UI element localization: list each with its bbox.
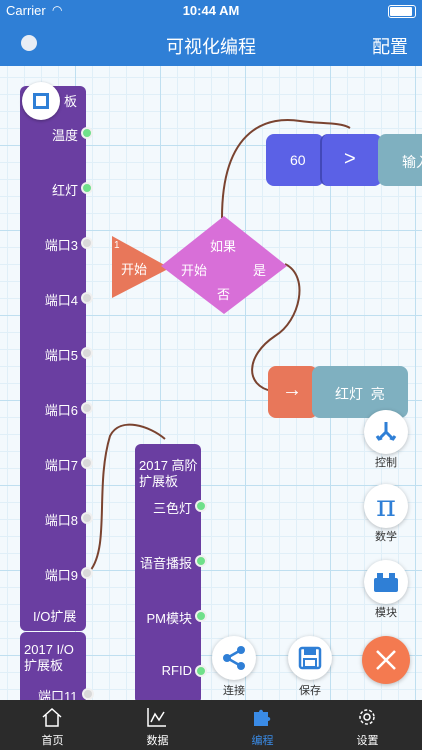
control-label: 控制: [375, 457, 397, 469]
board-port-label: 端口3: [44, 238, 78, 253]
board-2017-io-title: 2017 I/O 扩展板: [24, 642, 74, 673]
arrow-icon: →: [282, 379, 302, 401]
advanced-port-label: 语音播报: [139, 556, 192, 571]
close-fab[interactable]: [362, 636, 410, 684]
board-port-label: 端口8: [44, 513, 78, 528]
board-footer-label: I/O扩展: [33, 609, 77, 624]
board-port-label: 端口9: [44, 568, 78, 583]
board-port-label: 红灯: [51, 183, 78, 198]
tab-home[interactable]: 首页: [0, 700, 105, 750]
compare-operator: >: [344, 148, 356, 170]
board-port-label: 端口5: [44, 348, 78, 363]
share-icon: [223, 646, 245, 670]
tab-data[interactable]: 数据: [105, 700, 210, 750]
if-start-label: 开始: [181, 263, 208, 278]
floppy-icon: [298, 646, 322, 670]
board-port-connector[interactable]: [81, 237, 93, 249]
tab-data-label: 数据: [146, 735, 169, 747]
tab-programming[interactable]: 编程: [210, 700, 315, 750]
board-2017-advanced[interactable]: 2017 高阶 扩展板: [135, 444, 201, 700]
board-port-label: 端口7: [44, 458, 78, 473]
input-label: 输入: [402, 154, 422, 170]
advanced-port-connector[interactable]: [195, 610, 207, 622]
programming-canvas[interactable]: 板 温度红灯端口3 端口4 端口5 端口6 端口7 端口8 端口9 I/O扩展 2017 I…: [0, 66, 422, 700]
start-number: 1: [114, 240, 120, 251]
home-icon: [42, 707, 62, 727]
tab-programming-label: 编程: [251, 735, 274, 747]
board-port-connector[interactable]: [81, 292, 93, 304]
board-port-connector[interactable]: [81, 127, 93, 139]
advanced-port-connector[interactable]: [195, 665, 207, 677]
action-label: 红灯 亮: [335, 386, 385, 402]
board-title-fragment: 板: [64, 94, 78, 109]
config-button[interactable]: 配置: [372, 33, 408, 59]
control-button[interactable]: [364, 410, 408, 454]
start-label: 开始: [121, 262, 148, 277]
connect-label: 连接: [223, 685, 245, 697]
if-yes-label: 是: [253, 263, 267, 278]
board-port-connector[interactable]: [81, 567, 93, 579]
board-advanced-title: 2017 高阶 扩展板: [139, 458, 198, 489]
board-port-connector[interactable]: [81, 182, 93, 194]
board-port-connector[interactable]: [81, 457, 93, 469]
module-button[interactable]: [364, 560, 408, 604]
tab-settings-label: 设置: [356, 735, 379, 747]
page-title: 可视化编程: [166, 37, 256, 57]
puzzle-icon: [254, 709, 271, 726]
advanced-port-connector[interactable]: [195, 500, 207, 512]
board-2017-io[interactable]: 2017 I/O 扩展板 端口11: [20, 632, 86, 700]
tab-bar: 首页 数据 编程 设置: [0, 700, 422, 750]
advanced-port-label: PM模块: [146, 611, 192, 626]
fullscreen-icon[interactable]: [22, 82, 60, 120]
board-port-connector[interactable]: [81, 512, 93, 524]
connect-button[interactable]: [212, 636, 256, 680]
port-11-connector[interactable]: [82, 688, 94, 700]
tab-home-label: 首页: [41, 735, 64, 747]
board-port-label: 端口4: [44, 293, 78, 308]
chart-icon: [147, 708, 166, 727]
board-port-label: 温度: [51, 128, 78, 143]
board-port-connector[interactable]: [81, 347, 93, 359]
save-button[interactable]: [288, 636, 332, 680]
battery-icon: [388, 5, 416, 18]
pi-icon: π: [376, 488, 396, 524]
advanced-port-label: RFID: [161, 663, 192, 678]
if-label: 如果: [210, 239, 237, 254]
module-label: 模块: [375, 607, 397, 619]
math-button[interactable]: π: [364, 484, 408, 528]
board-port-label: 端口6: [44, 403, 78, 418]
fork-icon: [375, 422, 397, 441]
advanced-port-label: 三色灯: [152, 501, 192, 516]
close-icon: [376, 650, 396, 670]
tab-settings[interactable]: 设置: [315, 700, 420, 750]
nav-bar: 可视化编程 配置: [0, 22, 422, 66]
board-port-connector[interactable]: [81, 402, 93, 414]
if-no-label: 否: [217, 287, 231, 302]
port-11-label: 端口11: [38, 689, 78, 700]
gear-icon: [359, 709, 375, 725]
brick-icon: [374, 573, 398, 592]
math-label: 数学: [375, 531, 397, 543]
status-bar: Carrier ◠ 10:44 AM: [0, 0, 422, 22]
save-label: 保存: [299, 685, 321, 697]
value-60: 60: [290, 152, 306, 168]
status-time: 10:44 AM: [182, 3, 240, 18]
advanced-port-connector[interactable]: [195, 555, 207, 567]
